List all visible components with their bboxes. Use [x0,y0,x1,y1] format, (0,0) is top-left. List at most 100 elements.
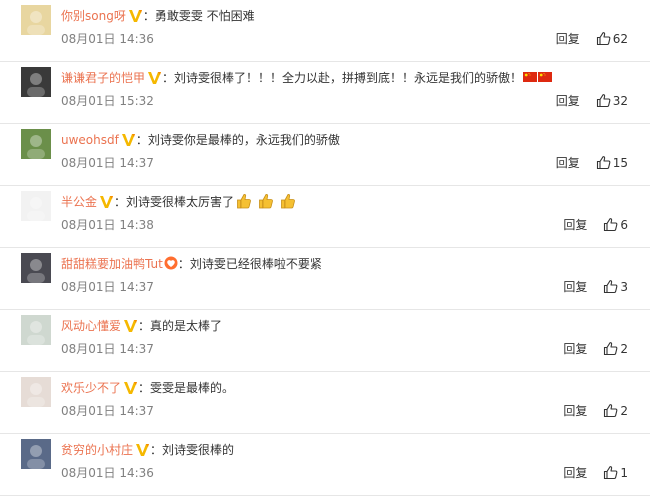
china-flag-icon [538,69,553,82]
avatar[interactable] [21,67,51,97]
comment-content: 刘诗雯很棒太厉害了 [126,195,235,209]
reply-button[interactable]: 回复 [556,156,580,170]
comment-actions: 回复 15 [556,155,628,171]
like-button[interactable]: 62 [596,31,628,47]
comment-content: 雯雯是最棒的。 [150,381,235,395]
colon-separator: ： [150,443,163,457]
comment-item: 贫穷的小村庄 ：刘诗雯很棒的 08月01日 14:36 回复 1 [0,434,650,496]
colon-separator: ： [114,195,127,209]
comment-actions: 回复 3 [563,279,628,295]
thumbs-up-icon [596,155,611,170]
comment-actions: 回复 6 [563,217,628,233]
like-button[interactable]: 2 [603,403,628,419]
verified-v-icon[interactable] [99,194,114,209]
comment-item: 欢乐少不了 ：雯雯是最棒的。 08月01日 14:37 回复 2 [0,372,650,434]
like-count: 32 [612,94,628,108]
username-link[interactable]: 欢乐少不了 [61,381,121,395]
comment-text-line: 半公金 ：刘诗雯很棒太厉害了 [61,193,630,211]
reply-button[interactable]: 回复 [563,280,587,294]
comment-content: 刘诗雯你是最棒的，永远我们的骄傲 [147,133,340,147]
colon-separator: ： [142,9,155,23]
thumbs-up-emoji-icon [280,193,296,209]
comment-item: uweohsdf ：刘诗雯你是最棒的，永远我们的骄傲 08月01日 14:37 回复 1… [0,124,650,186]
username-link[interactable]: 半公金 [61,195,97,209]
reply-button[interactable]: 回复 [556,94,580,108]
like-button[interactable]: 3 [603,279,628,295]
colon-separator: ： [138,319,151,333]
comment-actions: 回复 32 [556,93,628,109]
like-button[interactable]: 6 [603,217,628,233]
reply-button[interactable]: 回复 [563,466,587,480]
thumbs-up-icon [603,341,618,356]
colon-separator: ： [135,133,148,147]
thumbs-up-icon [603,403,618,418]
avatar[interactable] [21,5,51,35]
like-count: 2 [620,404,628,418]
avatar[interactable] [21,439,51,469]
username-link[interactable]: 贫穷的小村庄 [61,443,133,457]
verified-v-icon[interactable] [123,380,138,395]
comment-text-line: 风动心懂爱 ：真的是太棒了 [61,317,630,335]
like-button[interactable]: 15 [596,155,628,171]
comment-content: 勇敢雯雯 不怕困难 [154,9,255,23]
thumbs-up-icon [596,93,611,108]
avatar[interactable] [21,253,51,283]
like-button[interactable]: 32 [596,93,628,109]
china-flag-icon [523,69,538,82]
reply-button[interactable]: 回复 [563,342,587,356]
comment-content: 刘诗雯很棒了！！！全力以赴，拼搏到底！！永远是我们的骄傲！ [174,71,523,85]
comment-timestamp: 08月01日 14:37 [61,156,154,170]
like-count: 15 [612,156,628,170]
comment-timestamp: 08月01日 14:36 [61,466,154,480]
comment-actions: 回复 2 [563,341,628,357]
avatar[interactable] [21,191,51,221]
verified-v-icon[interactable] [128,8,143,23]
thumbs-up-emoji-icon [236,193,252,209]
comment-actions: 回复 2 [563,403,628,419]
verified-v-icon[interactable] [135,442,150,457]
like-count: 62 [612,32,628,46]
colon-separator: ： [162,71,175,85]
username-link[interactable]: 风动心懂爱 [61,319,121,333]
comment-item: 你别song呀 ：勇敢雯雯 不怕困难 08月01日 14:36 回复 62 [0,0,650,62]
verified-v-icon[interactable] [147,70,162,85]
username-link[interactable]: 你别song呀 [61,9,126,23]
comment-actions: 回复 62 [556,31,628,47]
heart-badge-icon [164,256,178,270]
comment-item: 半公金 ：刘诗雯很棒太厉害了 08月01日 14:38 回复 6 [0,186,650,248]
thumbs-up-icon [603,279,618,294]
comment-item: 风动心懂爱 ：真的是太棒了 08月01日 14:37 回复 2 [0,310,650,372]
colon-separator: ： [177,257,190,271]
comment-list: 你别song呀 ：勇敢雯雯 不怕困难 08月01日 14:36 回复 62 谦谦君子的恺甲… [0,0,650,496]
comment-timestamp: 08月01日 15:32 [61,94,154,108]
verified-v-icon[interactable] [123,318,138,333]
comment-text-line: 欢乐少不了 ：雯雯是最棒的。 [61,379,630,397]
avatar[interactable] [21,129,51,159]
username-link[interactable]: 谦谦君子的恺甲 [61,71,145,85]
comment-text-line: 贫穷的小村庄 ：刘诗雯很棒的 [61,441,630,459]
comment-text-line: 谦谦君子的恺甲 ：刘诗雯很棒了！！！全力以赴，拼搏到底！！永远是我们的骄傲！ [61,69,630,87]
reply-button[interactable]: 回复 [556,32,580,46]
thumbs-up-icon [603,217,618,232]
comment-content: 刘诗雯已经很棒啦不要紧 [189,257,322,271]
comment-timestamp: 08月01日 14:36 [61,32,154,46]
like-count: 2 [620,342,628,356]
verified-v-icon[interactable] [121,132,136,147]
reply-button[interactable]: 回复 [563,218,587,232]
like-count: 1 [620,466,628,480]
comment-actions: 回复 1 [563,465,628,481]
avatar[interactable] [21,377,51,407]
like-button[interactable]: 1 [603,465,628,481]
comment-content: 刘诗雯很棒的 [162,443,235,457]
like-count: 3 [620,280,628,294]
comment-text-line: uweohsdf ：刘诗雯你是最棒的，永远我们的骄傲 [61,131,630,149]
username-link[interactable]: 甜甜糕要加油鸭Tut [61,257,163,271]
like-button[interactable]: 2 [603,341,628,357]
username-link[interactable]: uweohsdf [61,133,119,147]
comment-text-line: 甜甜糕要加油鸭Tut ：刘诗雯已经很棒啦不要紧 [61,255,630,273]
comment-text-line: 你别song呀 ：勇敢雯雯 不怕困难 [61,7,630,25]
thumbs-up-icon [603,465,618,480]
comment-item: 谦谦君子的恺甲 ：刘诗雯很棒了！！！全力以赴，拼搏到底！！永远是我们的骄傲！ 08月… [0,62,650,124]
avatar[interactable] [21,315,51,345]
reply-button[interactable]: 回复 [563,404,587,418]
